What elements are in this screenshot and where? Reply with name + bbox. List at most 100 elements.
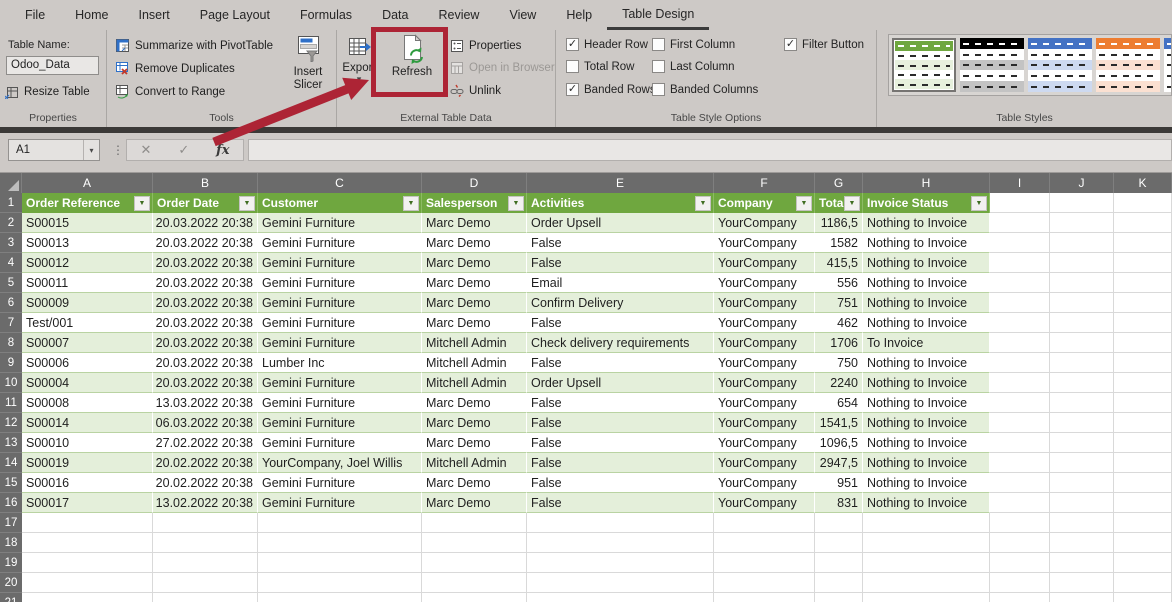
table-header-cell[interactable]: Order Reference▼ [22, 193, 153, 213]
cell[interactable]: 20.03.2022 20:38 [153, 353, 258, 373]
formula-input[interactable] [248, 139, 1172, 161]
row-header-14[interactable]: 14 [0, 453, 22, 473]
cell[interactable] [990, 433, 1050, 453]
cell[interactable] [527, 553, 714, 573]
tab-insert[interactable]: Insert [124, 0, 185, 30]
cell[interactable] [990, 373, 1050, 393]
table-style-swatch-green[interactable] [892, 38, 956, 92]
filter-button[interactable]: ▼ [134, 196, 150, 211]
checkbox-banded-columns[interactable]: Banded Columns [652, 83, 758, 96]
cell[interactable]: Mitchell Admin [422, 353, 527, 373]
cell[interactable] [1114, 333, 1172, 353]
table-style-swatch-black[interactable] [960, 38, 1024, 92]
row-header-4[interactable]: 4 [0, 253, 22, 273]
cell[interactable]: Test/001 [22, 313, 153, 333]
checkbox-filter-button[interactable]: ✓Filter Button [784, 38, 864, 51]
row-header-8[interactable]: 8 [0, 333, 22, 353]
cell[interactable]: Marc Demo [422, 293, 527, 313]
cell[interactable]: Gemini Furniture [258, 293, 422, 313]
cell[interactable]: 20.03.2022 20:38 [153, 253, 258, 273]
cell[interactable]: 1582 [815, 233, 863, 253]
cell[interactable] [422, 573, 527, 593]
cell[interactable]: S00010 [22, 433, 153, 453]
cell[interactable] [1050, 413, 1114, 433]
cancel-icon[interactable]: ✕ [140, 142, 151, 158]
cell[interactable]: YourCompany [714, 293, 815, 313]
cell[interactable]: Lumber Inc [258, 353, 422, 373]
cell[interactable]: YourCompany [714, 333, 815, 353]
cell[interactable]: Gemini Furniture [258, 393, 422, 413]
cell[interactable] [22, 593, 153, 602]
cell[interactable] [990, 573, 1050, 593]
cell[interactable] [990, 553, 1050, 573]
select-all-corner[interactable] [0, 173, 22, 193]
tab-review[interactable]: Review [423, 0, 494, 30]
cell[interactable] [1114, 533, 1172, 553]
cell[interactable]: YourCompany [714, 233, 815, 253]
cell[interactable]: 20.03.2022 20:38 [153, 213, 258, 233]
open-in-browser-button[interactable]: Open in Browser [450, 61, 555, 75]
cell[interactable]: 951 [815, 473, 863, 493]
tab-view[interactable]: View [494, 0, 551, 30]
cell[interactable]: False [527, 313, 714, 333]
cell[interactable]: S00009 [22, 293, 153, 313]
cell[interactable]: Gemini Furniture [258, 313, 422, 333]
cell[interactable]: YourCompany, Joel Willis [258, 453, 422, 473]
cell[interactable] [1114, 573, 1172, 593]
cell[interactable] [815, 513, 863, 533]
cell[interactable] [1050, 233, 1114, 253]
summarize-with-pivottable-button[interactable]: Summarize with PivotTable [115, 38, 273, 53]
cell[interactable] [990, 513, 1050, 533]
cell[interactable] [990, 253, 1050, 273]
cell[interactable] [422, 513, 527, 533]
enter-icon[interactable]: ✓ [178, 142, 189, 158]
cell[interactable] [1114, 553, 1172, 573]
cell[interactable] [527, 573, 714, 593]
table-header-cell[interactable]: Total▼ [815, 193, 863, 213]
cell[interactable] [1114, 213, 1172, 233]
cell[interactable]: 415,5 [815, 253, 863, 273]
cell[interactable]: YourCompany [714, 353, 815, 373]
row-header-7[interactable]: 7 [0, 313, 22, 333]
cell[interactable] [714, 513, 815, 533]
tab-table-design[interactable]: Table Design [607, 0, 709, 30]
cell[interactable] [1050, 473, 1114, 493]
cell[interactable] [815, 593, 863, 602]
table-name-input[interactable]: Odoo_Data [6, 56, 99, 75]
filter-button[interactable]: ▼ [403, 196, 419, 211]
row-header-16[interactable]: 16 [0, 493, 22, 513]
cell[interactable] [153, 573, 258, 593]
cell[interactable] [990, 493, 1050, 513]
cell[interactable]: Email [527, 273, 714, 293]
cell[interactable]: 556 [815, 273, 863, 293]
cell[interactable] [22, 573, 153, 593]
cell[interactable] [990, 273, 1050, 293]
cell[interactable]: S00019 [22, 453, 153, 473]
cell[interactable]: S00013 [22, 233, 153, 253]
column-header-F[interactable]: F [714, 173, 815, 193]
cell[interactable]: False [527, 473, 714, 493]
remove-duplicates-button[interactable]: Remove Duplicates [115, 61, 235, 76]
cell[interactable]: Marc Demo [422, 493, 527, 513]
cell[interactable]: 20.03.2022 20:38 [153, 333, 258, 353]
cell[interactable] [990, 213, 1050, 233]
cell[interactable] [990, 393, 1050, 413]
row-header-1[interactable]: 1 [0, 193, 22, 213]
cell[interactable]: False [527, 353, 714, 373]
cell[interactable]: YourCompany [714, 253, 815, 273]
cell[interactable]: YourCompany [714, 413, 815, 433]
name-box[interactable]: A1 ▾ [8, 139, 100, 161]
table-header-cell[interactable]: Customer▼ [258, 193, 422, 213]
cell[interactable] [153, 533, 258, 553]
cell[interactable] [1050, 593, 1114, 602]
cell[interactable] [815, 573, 863, 593]
cell[interactable] [990, 313, 1050, 333]
row-header-3[interactable]: 3 [0, 233, 22, 253]
row-header-17[interactable]: 17 [0, 513, 22, 533]
cell[interactable]: YourCompany [714, 473, 815, 493]
cell[interactable] [1050, 573, 1114, 593]
cell[interactable]: 1096,5 [815, 433, 863, 453]
cell[interactable] [422, 593, 527, 602]
cell[interactable] [1050, 313, 1114, 333]
cell[interactable]: Nothing to Invoice [863, 273, 990, 293]
